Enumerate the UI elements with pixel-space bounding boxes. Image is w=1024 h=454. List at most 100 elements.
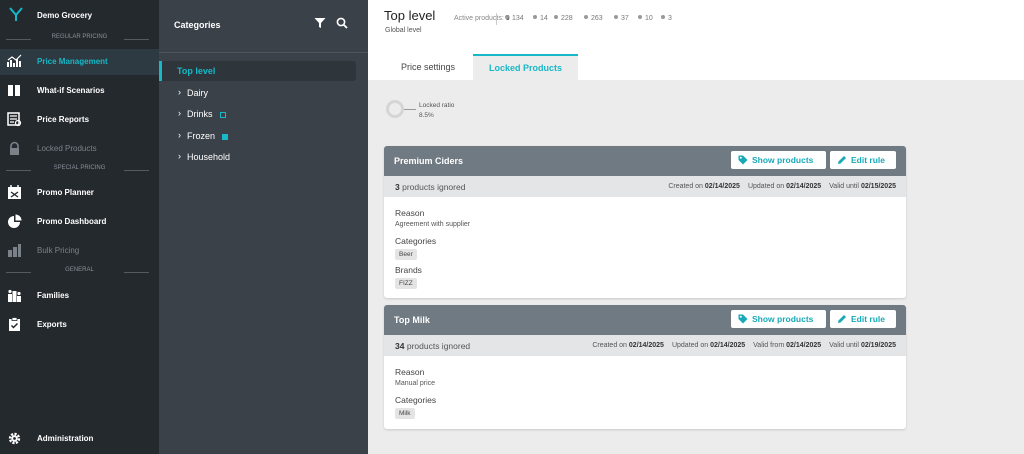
edit-rule-button[interactable]: Edit rule — [830, 151, 896, 169]
main-content: Top level Global level Active products: … — [368, 0, 1024, 454]
categories-label: Categories — [395, 236, 437, 246]
button-label: Edit rule — [851, 155, 886, 165]
chevron-right-icon[interactable]: › — [178, 87, 181, 97]
category-item-top-level[interactable]: Top level — [159, 61, 356, 81]
show-products-button[interactable]: Show products — [731, 151, 826, 169]
nav-label: Price Management — [37, 57, 108, 66]
nav-item-administration[interactable]: Administration — [0, 426, 159, 452]
main-navigation: Demo Grocery REGULAR PRICING Price Manag… — [0, 0, 159, 454]
tab-locked-products[interactable]: Locked Products — [473, 54, 578, 80]
logo-icon — [9, 7, 23, 21]
updated-label: Updated on — [747, 183, 785, 190]
nav-label: What-if Scenarios — [37, 86, 105, 95]
rule-dates: Created on 02/14/2025 Updated on 02/14/20… — [592, 342, 896, 349]
categories-title: Categories — [174, 20, 221, 30]
chevron-right-icon[interactable]: › — [178, 108, 181, 118]
valid-until-date: 02/19/2025 — [860, 342, 896, 349]
tag-icon — [738, 155, 748, 165]
filter-icon[interactable] — [314, 17, 326, 29]
ignored-count-value: 34 — [395, 341, 405, 351]
stat-value: 3 — [661, 15, 672, 22]
reason-value: Agreement with supplier — [395, 221, 471, 228]
section-general: GENERAL — [0, 267, 159, 277]
category-label: Dairy — [187, 88, 209, 98]
divider — [496, 13, 497, 25]
families-icon — [8, 289, 21, 302]
ignored-count: 34 products ignored — [395, 341, 470, 351]
category-label: Drinks — [187, 109, 213, 119]
chart-icon — [7, 54, 22, 67]
brand[interactable]: Demo Grocery — [0, 0, 159, 32]
brand-name: Demo Grocery — [37, 11, 93, 20]
ignored-count-value: 3 — [395, 182, 400, 192]
locked-ratio-ring — [386, 100, 404, 118]
card-meta: 3 products ignored Created on 02/14/2025… — [384, 176, 906, 197]
category-label: Top level — [177, 66, 216, 76]
ignored-count-label: products ignored — [406, 341, 471, 351]
created-date: 02/14/2025 — [704, 183, 740, 190]
page-title: Top level — [384, 8, 436, 23]
page-header: Top level Global level Active products: … — [368, 0, 1024, 80]
button-label: Show products — [752, 155, 814, 165]
pencil-icon — [838, 315, 846, 323]
category-chip: Milk — [395, 408, 415, 419]
nav-label: Bulk Pricing — [37, 246, 80, 255]
tab-price-settings[interactable]: Price settings — [384, 54, 472, 80]
category-item-drinks[interactable]: › Drinks — [159, 104, 368, 124]
category-item-frozen[interactable]: › Frozen — [159, 126, 368, 146]
reason-value: Manual price — [395, 380, 436, 387]
nav-item-promo-dashboard[interactable]: Promo Dashboard — [0, 209, 159, 235]
card-header: Premium Ciders Show products Edit rule — [384, 146, 906, 176]
calendar-icon — [8, 185, 21, 199]
report-icon — [7, 112, 22, 127]
nav-label: Promo Dashboard — [37, 217, 107, 226]
page-subtitle: Global level — [385, 27, 422, 34]
bulk-icon — [8, 244, 21, 257]
valid-until-label: Valid until — [829, 342, 859, 349]
nav-item-promo-planner[interactable]: Promo Planner — [0, 180, 159, 206]
updated-date: 02/14/2025 — [710, 342, 746, 349]
nav-item-what-if-scenarios[interactable]: What-if Scenarios — [0, 78, 159, 104]
rule-dates: Created on 02/14/2025 Updated on 02/14/20… — [668, 183, 896, 190]
category-item-dairy[interactable]: › Dairy — [159, 83, 368, 103]
valid-from-label: Valid from — [753, 342, 785, 349]
nav-item-price-reports[interactable]: Price Reports — [0, 107, 159, 133]
stat-value: 14 — [533, 15, 548, 22]
book-icon — [8, 85, 20, 96]
chevron-right-icon[interactable]: › — [178, 130, 181, 140]
card-title: Top Milk — [394, 315, 430, 325]
ignored-count-label: products ignored — [402, 182, 466, 192]
active-products: Active products: 0 — [454, 15, 510, 22]
pencil-icon — [838, 156, 846, 164]
valid-from-date: 02/14/2025 — [786, 342, 822, 349]
reason-label: Reason — [395, 208, 425, 218]
nav-item-families[interactable]: Families — [0, 283, 159, 309]
button-label: Show products — [752, 314, 814, 324]
stat-value: 10 — [638, 15, 653, 22]
nav-item-bulk-pricing[interactable]: Bulk Pricing — [0, 238, 159, 264]
clipboard-check-icon — [9, 317, 20, 331]
tag-icon — [738, 314, 748, 324]
nav-label: Exports — [37, 320, 67, 329]
edit-rule-button[interactable]: Edit rule — [830, 310, 896, 328]
divider — [159, 52, 368, 53]
nav-item-price-management[interactable]: Price Management — [0, 49, 159, 75]
pie-icon — [8, 214, 22, 228]
category-item-household[interactable]: › Household — [159, 147, 368, 167]
lock-marker — [222, 134, 228, 140]
nav-item-exports[interactable]: Exports — [0, 312, 159, 338]
chevron-right-icon[interactable]: › — [178, 151, 181, 161]
show-products-button[interactable]: Show products — [731, 310, 826, 328]
card-header: Top Milk Show products Edit rule — [384, 305, 906, 335]
nav-item-locked-products[interactable]: Locked Products — [0, 136, 159, 162]
search-icon[interactable] — [336, 17, 348, 29]
created-label: Created on — [592, 342, 627, 349]
stat-value: 134 — [505, 15, 524, 22]
card-meta: 34 products ignored Created on 02/14/202… — [384, 335, 906, 356]
categories-label: Categories — [395, 395, 437, 405]
rule-card: Premium Ciders Show products Edit rule 3… — [384, 146, 906, 298]
category-chip: Beer — [395, 249, 417, 260]
valid-until-date: 02/15/2025 — [860, 183, 896, 190]
nav-label: Administration — [37, 434, 94, 443]
rule-card: Top Milk Show products Edit rule 34 prod… — [384, 305, 906, 429]
